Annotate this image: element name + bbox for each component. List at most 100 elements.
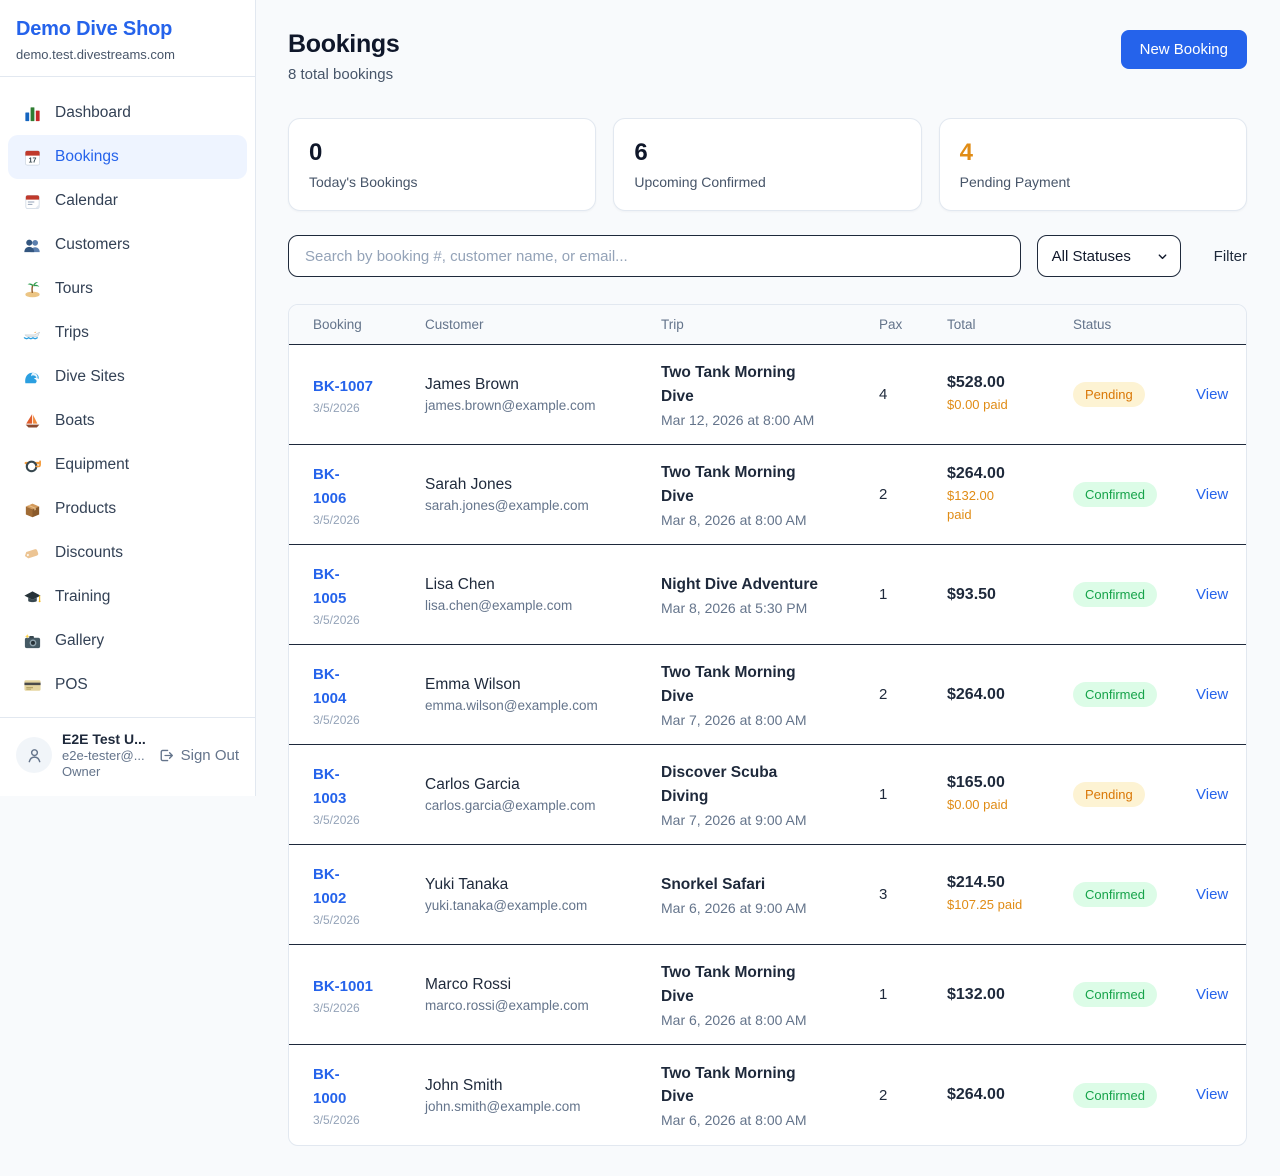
actions-cell: View: [1196, 486, 1232, 504]
customer-name: Yuki Tanaka: [425, 876, 661, 894]
booking-date: 3/5/2026: [313, 813, 425, 827]
status-badge: Confirmed: [1073, 582, 1157, 607]
sidebar-item-discounts[interactable]: Discounts: [8, 531, 247, 575]
sidebar-item-label: Products: [55, 500, 116, 518]
booking-id-link[interactable]: BK- 1003: [313, 763, 425, 811]
booking-cell: BK- 1002 3/5/2026: [313, 863, 425, 927]
pax-value: 3: [879, 886, 947, 903]
trip-datetime: Mar 6, 2026 at 9:00 AM: [661, 900, 879, 916]
sidebar-item-calendar[interactable]: Calendar: [8, 179, 247, 223]
brand-name[interactable]: Demo Dive Shop: [16, 18, 239, 41]
status-badge: Confirmed: [1073, 882, 1157, 907]
booking-id-link[interactable]: BK- 1002: [313, 863, 425, 911]
sidebar-item-pos[interactable]: POS: [8, 663, 247, 707]
pax-value: 4: [879, 386, 947, 403]
trip-name: Snorkel Safari: [661, 873, 879, 896]
sidebar-item-label: Dive Sites: [55, 368, 125, 386]
trip-name: Two Tank Morning Dive: [661, 461, 879, 508]
sidebar-item-tours[interactable]: Tours: [8, 267, 247, 311]
sidebar-item-label: Gallery: [55, 632, 104, 650]
stat-label: Today's Bookings: [309, 174, 575, 190]
customer-cell: Marco Rossi marco.rossi@example.com: [425, 976, 661, 1013]
view-link[interactable]: View: [1196, 486, 1228, 503]
view-link[interactable]: View: [1196, 686, 1228, 703]
sidebar-item-label: Calendar: [55, 192, 118, 210]
booking-id-link[interactable]: BK-1001: [313, 975, 425, 999]
new-booking-button[interactable]: New Booking: [1121, 30, 1247, 69]
booking-date: 3/5/2026: [313, 913, 425, 927]
table-row: BK- 1000 3/5/2026 John Smith john.smith@…: [289, 1045, 1246, 1145]
actions-cell: View: [1196, 686, 1232, 704]
logout-icon: [157, 747, 174, 764]
trip-cell: Two Tank Morning Dive Mar 6, 2026 at 8:0…: [661, 961, 879, 1028]
stat-value: 4: [960, 139, 1226, 167]
customer-email: carlos.garcia@example.com: [425, 798, 661, 813]
sidebar-item-trips[interactable]: Trips: [8, 311, 247, 355]
booking-id-link[interactable]: BK- 1006: [313, 463, 425, 511]
sidebar-item-label: Customers: [55, 236, 130, 254]
filter-button[interactable]: Filter: [1214, 248, 1247, 265]
view-link[interactable]: View: [1196, 986, 1228, 1003]
booking-cell: BK- 1000 3/5/2026: [313, 1063, 425, 1127]
calendar-date-icon: 17: [23, 148, 42, 167]
trip-name: Two Tank Morning Dive: [661, 661, 879, 708]
view-link[interactable]: View: [1196, 886, 1228, 903]
customer-name: John Smith: [425, 1077, 661, 1095]
booking-id-link[interactable]: BK- 1005: [313, 563, 425, 611]
sidebar-item-gallery[interactable]: Gallery: [8, 619, 247, 663]
status-cell: Confirmed: [1073, 1083, 1196, 1108]
booking-id-link[interactable]: BK-1007: [313, 375, 425, 399]
view-link[interactable]: View: [1196, 586, 1228, 603]
trip-datetime: Mar 7, 2026 at 9:00 AM: [661, 812, 879, 828]
app-root: Demo Dive Shop demo.test.divestreams.com…: [0, 0, 1280, 1176]
paid-amount: $0.00 paid: [947, 396, 1073, 415]
status-cell: Confirmed: [1073, 882, 1196, 907]
sign-out-button[interactable]: Sign Out: [157, 747, 239, 764]
column-header-pax: Pax: [879, 317, 947, 332]
status-badge: Confirmed: [1073, 982, 1157, 1007]
view-link[interactable]: View: [1196, 786, 1228, 803]
trip-cell: Two Tank Morning Dive Mar 8, 2026 at 8:0…: [661, 461, 879, 528]
view-link[interactable]: View: [1196, 1086, 1228, 1103]
total-amount: $214.50: [947, 874, 1073, 892]
sidebar-item-dashboard[interactable]: Dashboard: [8, 91, 247, 135]
booking-id-link[interactable]: BK- 1004: [313, 663, 425, 711]
user-role: Owner: [62, 764, 147, 779]
trip-cell: Night Dive Adventure Mar 8, 2026 at 5:30…: [661, 573, 879, 616]
column-header-total: Total: [947, 317, 1073, 332]
sidebar-item-dive-sites[interactable]: Dive Sites: [8, 355, 247, 399]
customer-email: yuki.tanaka@example.com: [425, 898, 661, 913]
sidebar-item-customers[interactable]: Customers: [8, 223, 247, 267]
customer-name: James Brown: [425, 376, 661, 394]
paid-amount: $132.00 paid: [947, 487, 1073, 525]
booking-date: 3/5/2026: [313, 713, 425, 727]
customer-cell: Sarah Jones sarah.jones@example.com: [425, 476, 661, 513]
booking-cell: BK- 1005 3/5/2026: [313, 563, 425, 627]
pax-value: 2: [879, 486, 947, 503]
wave-icon: [23, 368, 42, 387]
status-select[interactable]: All Statuses: [1037, 235, 1181, 277]
stat-label: Pending Payment: [960, 174, 1226, 190]
sidebar-item-bookings[interactable]: 17 Bookings: [8, 135, 247, 179]
table-row: BK- 1003 3/5/2026 Carlos Garcia carlos.g…: [289, 745, 1246, 845]
package-icon: [23, 500, 42, 519]
booking-id-link[interactable]: BK- 1000: [313, 1063, 425, 1111]
paid-amount: $0.00 paid: [947, 796, 1073, 815]
sidebar-item-boats[interactable]: Boats: [8, 399, 247, 443]
total-cell: $264.00: [947, 686, 1073, 704]
trip-cell: Two Tank Morning Dive Mar 7, 2026 at 8:0…: [661, 661, 879, 728]
sign-out-label: Sign Out: [181, 747, 239, 764]
sidebar-item-training[interactable]: Training: [8, 575, 247, 619]
view-link[interactable]: View: [1196, 386, 1228, 403]
booking-date: 3/5/2026: [313, 1113, 425, 1127]
search-input[interactable]: [288, 235, 1021, 277]
total-cell: $214.50 $107.25 paid: [947, 874, 1073, 915]
sidebar-item-equipment[interactable]: Equipment: [8, 443, 247, 487]
pax-value: 2: [879, 1087, 947, 1104]
booking-cell: BK- 1004 3/5/2026: [313, 663, 425, 727]
total-amount: $528.00: [947, 374, 1073, 392]
sidebar-item-products[interactable]: Products: [8, 487, 247, 531]
status-cell: Pending: [1073, 782, 1196, 807]
total-amount: $93.50: [947, 586, 1073, 604]
sidebar: Demo Dive Shop demo.test.divestreams.com…: [0, 0, 256, 796]
